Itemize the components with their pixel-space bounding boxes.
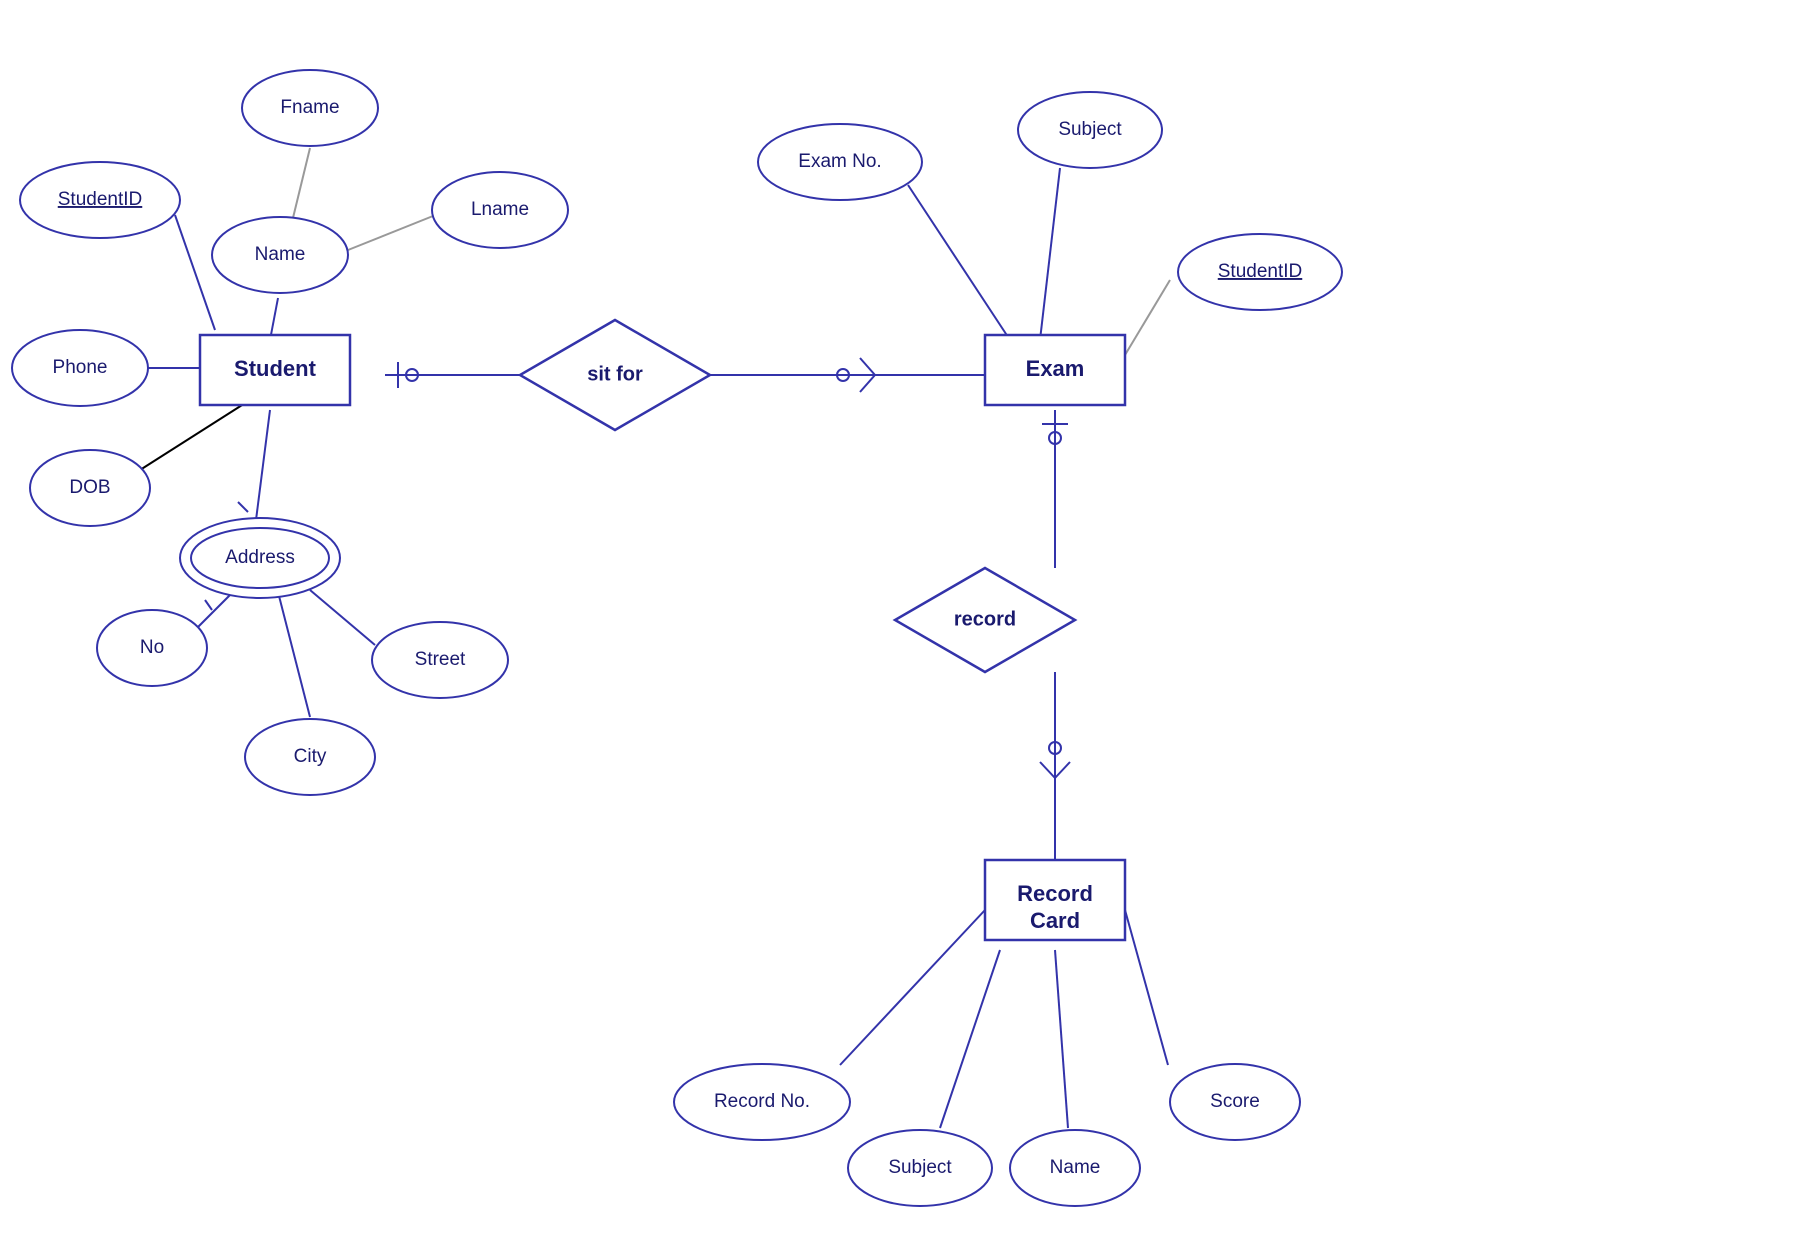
crow-rc2	[1055, 762, 1070, 778]
conn-city-address	[278, 592, 310, 717]
conn-fname-name	[292, 148, 310, 222]
conn-examno-exam	[908, 185, 1010, 340]
conn-no-tick	[205, 600, 212, 610]
conn-address-student	[256, 410, 270, 520]
attr-name-label: Name	[255, 244, 306, 265]
rel-record-label: record	[954, 608, 1016, 630]
attr-dob-label: DOB	[69, 477, 110, 498]
attr-street-label: Street	[415, 649, 466, 670]
conn-street-address	[310, 590, 375, 645]
conn-address-tick	[238, 502, 248, 512]
attr-studentid-exam-label: StudentID	[1218, 261, 1303, 282]
attr-score-label: Score	[1210, 1091, 1260, 1112]
attr-no-label: No	[140, 637, 164, 658]
entity-recordcard-label-line1: Record	[1017, 881, 1093, 906]
attr-name-rc-label: Name	[1050, 1157, 1101, 1178]
entity-recordcard-label-line2: Card	[1030, 908, 1080, 933]
attr-studentid-label: StudentID	[58, 189, 143, 210]
attr-fname-label: Fname	[280, 97, 339, 118]
conn-rc-subject	[940, 950, 1000, 1128]
attr-subject-rc-label: Subject	[888, 1157, 952, 1178]
conn-lname-name	[348, 214, 438, 250]
conn-studentid-student	[175, 215, 215, 330]
conn-rc-recordno	[840, 910, 985, 1065]
attr-city-label: City	[294, 746, 327, 767]
conn-studentid-exam	[1125, 280, 1170, 355]
attr-examno-label: Exam No.	[798, 151, 881, 172]
conn-rc-score	[1125, 910, 1168, 1065]
conn-subject-exam	[1040, 168, 1060, 340]
entity-student-label: Student	[234, 356, 317, 381]
entity-exam-label: Exam	[1026, 356, 1085, 381]
er-diagram: Student Exam Record Card sit for record …	[0, 0, 1800, 1250]
attr-recordno-label: Record No.	[714, 1091, 810, 1112]
attr-subject-exam-label: Subject	[1058, 119, 1122, 140]
rel-sitfor-label: sit for	[587, 363, 643, 385]
attr-phone-label: Phone	[53, 357, 108, 378]
conn-dob-student	[140, 400, 250, 470]
conn-rc-name	[1055, 950, 1068, 1128]
conn-name-student	[270, 298, 278, 340]
crow1	[860, 358, 875, 375]
attr-address-label: Address	[225, 547, 295, 568]
attr-lname-label: Lname	[471, 199, 529, 220]
crow2	[860, 375, 875, 392]
crow-rc1	[1040, 762, 1055, 778]
